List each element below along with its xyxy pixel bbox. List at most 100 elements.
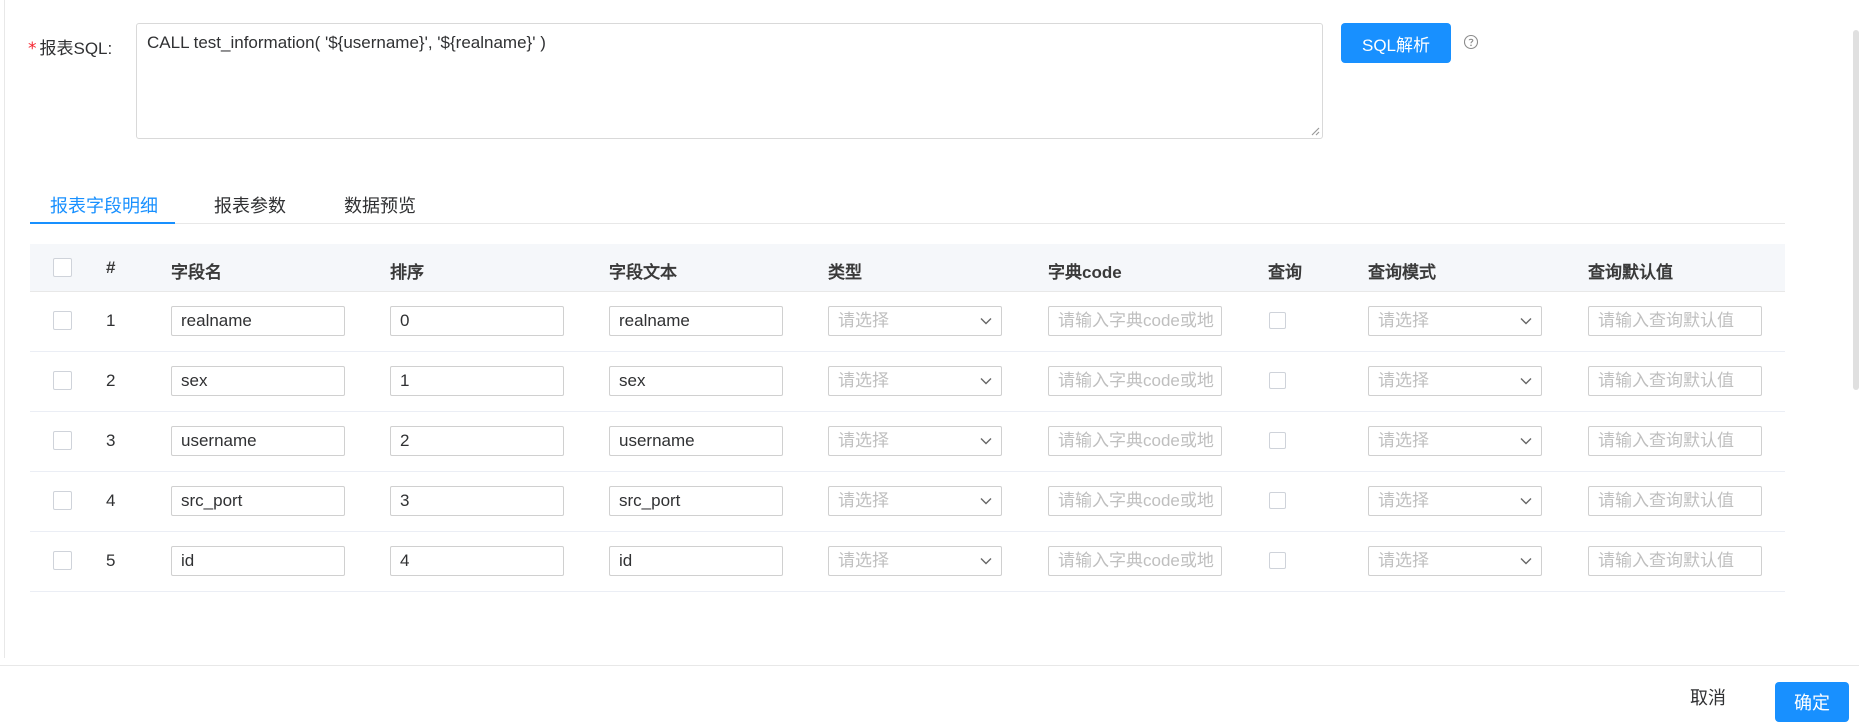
query-checkbox[interactable] — [1269, 312, 1286, 329]
chevron-down-icon — [1520, 558, 1532, 565]
column-header-query-default: 查询默认值 — [1588, 263, 1673, 282]
type-select-placeholder: 请选择 — [838, 491, 889, 510]
field-name-input[interactable]: username — [171, 426, 345, 456]
dict-code-input[interactable]: 请输入字典code或地 — [1048, 426, 1222, 456]
field-text-input[interactable]: sex — [609, 366, 783, 396]
query-mode-select[interactable]: 请选择 — [1368, 366, 1542, 396]
sql-label: * 报表SQL: — [28, 34, 112, 59]
tab-field-details[interactable]: 报表字段明细 — [50, 192, 158, 218]
column-header-field-name: 字段名 — [171, 263, 222, 282]
query-mode-placeholder: 请选择 — [1378, 431, 1429, 450]
column-header-dict-code: 字典code — [1048, 263, 1122, 282]
type-select-placeholder: 请选择 — [838, 371, 889, 390]
field-text-input[interactable]: id — [609, 546, 783, 576]
column-header-type: 类型 — [828, 263, 862, 282]
query-default-input[interactable]: 请输入查询默认值 — [1588, 426, 1762, 456]
field-text-input[interactable]: username — [609, 426, 783, 456]
order-input[interactable]: 4 — [390, 546, 564, 576]
chevron-down-icon — [980, 378, 992, 385]
row-index: 5 — [106, 551, 116, 570]
query-default-input[interactable]: 请输入查询默认值 — [1588, 546, 1762, 576]
table-header: # 字段名 排序 字段文本 类型 字典code 查询 查询模式 查询默认值 — [30, 244, 1785, 292]
field-name-input[interactable]: realname — [171, 306, 345, 336]
field-name-input[interactable]: id — [171, 546, 345, 576]
chevron-down-icon — [980, 438, 992, 445]
chevron-down-icon — [1520, 498, 1532, 505]
query-mode-select[interactable]: 请选择 — [1368, 486, 1542, 516]
chevron-down-icon — [980, 558, 992, 565]
field-name-input[interactable]: sex — [171, 366, 345, 396]
column-header-index: # — [106, 258, 116, 277]
sql-parse-button[interactable]: SQL解析 — [1341, 23, 1451, 63]
chevron-down-icon — [1520, 318, 1532, 325]
table-row: 2 sex 1 sex 请选择 请输入字典code或地 请选择 请输入查询默认值 — [30, 352, 1785, 412]
field-name-input[interactable]: src_port — [171, 486, 345, 516]
type-select[interactable]: 请选择 — [828, 306, 1002, 336]
type-select[interactable]: 请选择 — [828, 486, 1002, 516]
row-checkbox[interactable] — [53, 311, 72, 330]
chevron-down-icon — [980, 498, 992, 505]
dict-code-input[interactable]: 请输入字典code或地 — [1048, 366, 1222, 396]
query-default-input[interactable]: 请输入查询默认值 — [1588, 366, 1762, 396]
row-index: 2 — [106, 371, 116, 390]
chevron-down-icon — [980, 318, 992, 325]
column-header-query-mode: 查询模式 — [1368, 263, 1436, 282]
query-mode-select[interactable]: 请选择 — [1368, 306, 1542, 336]
row-checkbox[interactable] — [53, 551, 72, 570]
column-header-field-text: 字段文本 — [609, 263, 677, 282]
type-select-placeholder: 请选择 — [838, 431, 889, 450]
query-mode-placeholder: 请选择 — [1378, 551, 1429, 570]
table-row: 1 realname 0 realname 请选择 请输入字典code或地 请选… — [30, 292, 1785, 352]
dict-code-input[interactable]: 请输入字典code或地 — [1048, 486, 1222, 516]
row-checkbox[interactable] — [53, 371, 72, 390]
chevron-down-icon — [1520, 438, 1532, 445]
query-default-input[interactable]: 请输入查询默认值 — [1588, 306, 1762, 336]
order-input[interactable]: 1 — [390, 366, 564, 396]
row-index: 3 — [106, 431, 116, 450]
required-mark: * — [28, 39, 37, 59]
query-checkbox[interactable] — [1269, 432, 1286, 449]
table-row: 5 id 4 id 请选择 请输入字典code或地 请选择 请输入查询默认值 — [30, 532, 1785, 592]
query-mode-placeholder: 请选择 — [1378, 371, 1429, 390]
order-input[interactable]: 2 — [390, 426, 564, 456]
sql-label-text: 报表SQL: — [39, 39, 113, 58]
row-index: 4 — [106, 491, 116, 510]
tab-active-indicator — [30, 222, 175, 224]
tab-data-preview[interactable]: 数据预览 — [344, 192, 416, 218]
type-select[interactable]: 请选择 — [828, 366, 1002, 396]
query-mode-select[interactable]: 请选择 — [1368, 546, 1542, 576]
query-default-input[interactable]: 请输入查询默认值 — [1588, 486, 1762, 516]
order-input[interactable]: 0 — [390, 306, 564, 336]
tab-bar: 报表字段明细 报表参数 数据预览 — [30, 180, 1785, 224]
column-header-order: 排序 — [390, 263, 424, 282]
row-checkbox[interactable] — [53, 431, 72, 450]
query-mode-placeholder: 请选择 — [1378, 311, 1429, 330]
type-select-placeholder: 请选择 — [838, 311, 889, 330]
chevron-down-icon — [1520, 378, 1532, 385]
sql-form-row: * 报表SQL: CALL test_information( '${userna… — [0, 0, 1859, 150]
question-circle-icon[interactable] — [1463, 34, 1479, 50]
query-mode-select[interactable]: 请选择 — [1368, 426, 1542, 456]
order-input[interactable]: 3 — [390, 486, 564, 516]
dict-code-input[interactable]: 请输入字典code或地 — [1048, 306, 1222, 336]
table-row: 4 src_port 3 src_port 请选择 请输入字典code或地 请选… — [30, 472, 1785, 532]
column-header-query: 查询 — [1268, 263, 1302, 282]
field-text-input[interactable]: src_port — [609, 486, 783, 516]
query-checkbox[interactable] — [1269, 492, 1286, 509]
tab-report-params[interactable]: 报表参数 — [214, 192, 286, 218]
cancel-button[interactable]: 取消 — [1690, 684, 1726, 710]
query-checkbox[interactable] — [1269, 372, 1286, 389]
field-text-input[interactable]: realname — [609, 306, 783, 336]
resize-handle-icon[interactable] — [1310, 126, 1320, 136]
modal-footer: 取消 确定 — [0, 665, 1859, 724]
sql-textarea[interactable]: CALL test_information( '${username}', '$… — [136, 23, 1323, 139]
row-checkbox[interactable] — [53, 491, 72, 510]
type-select-placeholder: 请选择 — [838, 551, 889, 570]
type-select[interactable]: 请选择 — [828, 546, 1002, 576]
select-all-checkbox[interactable] — [53, 258, 72, 277]
query-checkbox[interactable] — [1269, 552, 1286, 569]
sql-textarea-value: CALL test_information( '${username}', '$… — [147, 33, 546, 52]
confirm-button[interactable]: 确定 — [1775, 682, 1849, 722]
dict-code-input[interactable]: 请输入字典code或地 — [1048, 546, 1222, 576]
type-select[interactable]: 请选择 — [828, 426, 1002, 456]
